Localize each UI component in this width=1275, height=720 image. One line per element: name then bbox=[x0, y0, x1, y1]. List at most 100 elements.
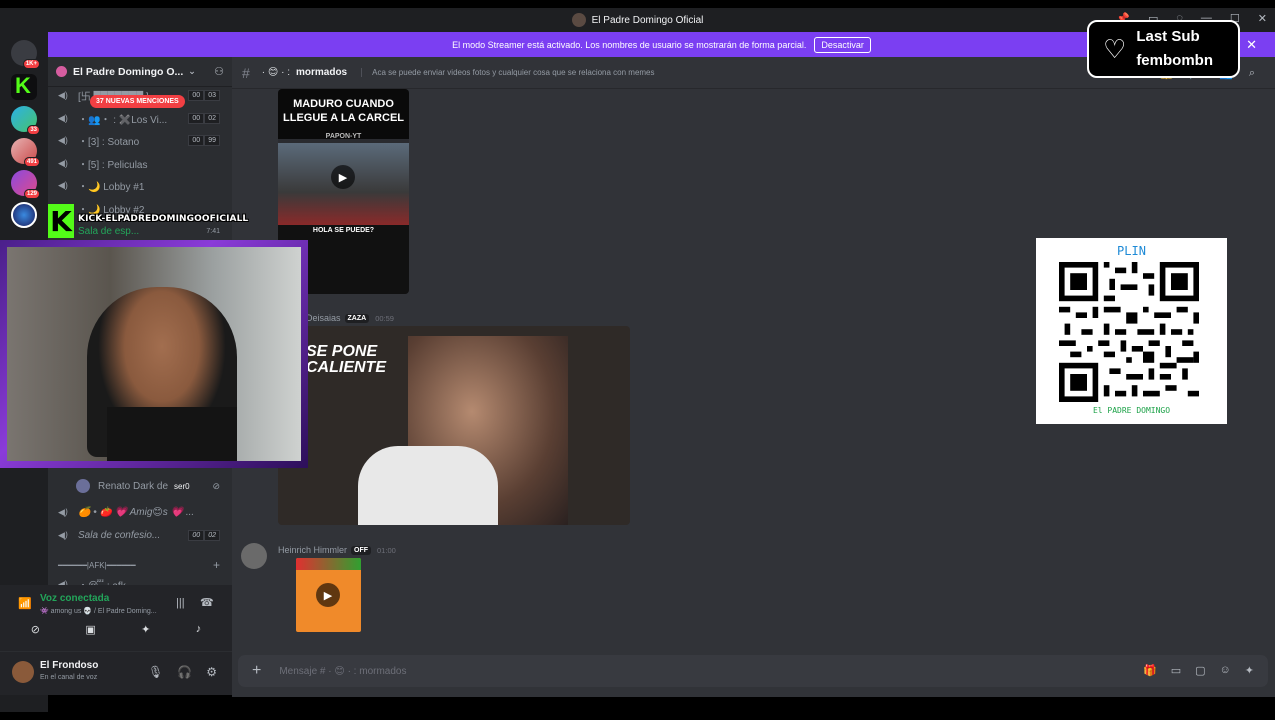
speaker-icon: ◀) bbox=[58, 530, 68, 540]
last-sub-name: fembombn bbox=[1136, 52, 1213, 69]
video-credit: PAPON-YT bbox=[325, 133, 362, 140]
window-title: El Padre Domingo Oficial bbox=[591, 14, 704, 26]
activities-icon[interactable]: ✦ bbox=[141, 623, 150, 636]
gift-icon[interactable]: 🎁 bbox=[1143, 664, 1157, 677]
guild-badge: 129 bbox=[23, 189, 40, 199]
channel-name: ・😴 : afk bbox=[78, 577, 126, 586]
headphones-icon[interactable]: 🎧 bbox=[177, 665, 192, 679]
kick-server-icon[interactable]: K bbox=[11, 73, 37, 100]
voice-channel-2[interactable]: ◀) ・👥・ : ✖️Los Vi... 00 02 bbox=[48, 107, 232, 129]
username: El Frondoso bbox=[40, 660, 99, 671]
voice-member[interactable]: Renato Dark de ser0 ⊘ bbox=[48, 475, 232, 497]
server-name: El Padre Domingo O... bbox=[73, 65, 184, 78]
kick-handle: KICK-ELPADREDOMINGOOFICIALL bbox=[78, 214, 249, 224]
server-avatar-icon bbox=[571, 13, 586, 27]
camera-off-icon[interactable]: ⊘ bbox=[31, 623, 40, 636]
title-bar: El Padre Domingo Oficial 📌 ▭ ◌ — ☐ ✕ bbox=[0, 8, 1275, 32]
add-member-icon[interactable]: ⚇ bbox=[214, 65, 224, 78]
play-icon[interactable]: ▶ bbox=[316, 583, 340, 607]
heart-icon: ♡ bbox=[1103, 33, 1127, 64]
channel-name: mormados bbox=[296, 67, 348, 78]
voice-location[interactable]: 👾 among us 💀 / El Padre Doming... bbox=[40, 607, 157, 615]
channel-name: Sala de confesio... bbox=[78, 529, 161, 541]
timestamp: 00:59 bbox=[375, 313, 394, 323]
category-name: ━━━━━━|AFK|━━━━━━ bbox=[58, 560, 136, 570]
muted-icon: ⊘ bbox=[212, 480, 220, 491]
user-panel: El Frondoso En el canal de voz 🎙 🎧 ⚙ bbox=[0, 651, 232, 695]
message-author[interactable]: Heinrich Himmler bbox=[278, 545, 347, 555]
channel-name: 🍊 • 🍅 💗 Amig😊s 💗 ... bbox=[78, 506, 195, 518]
avatar[interactable] bbox=[12, 661, 34, 683]
user-status: En el canal de voz bbox=[40, 674, 98, 681]
server-icon[interactable]: 129 bbox=[11, 170, 40, 199]
server-icon[interactable]: 33 bbox=[11, 106, 40, 135]
banner-text: El modo Streamer está activado. Los nomb… bbox=[452, 39, 807, 50]
video-overlay-text: SE PONE CALIENTE bbox=[306, 343, 386, 376]
message-author[interactable]: Deisaias bbox=[306, 313, 341, 323]
role-tag: ZAZA bbox=[344, 313, 370, 323]
disconnect-icon[interactable]: ☎ bbox=[200, 596, 214, 609]
role-tag: OFF bbox=[351, 545, 372, 555]
message-header: Deisaias ZAZA 00:59 bbox=[306, 313, 394, 323]
voice-status: Voz conectada bbox=[40, 593, 110, 604]
video-caption: HOLA SE PUEDE? bbox=[312, 227, 375, 234]
voice-channel-5[interactable]: ◀) ・🌙 Lobby #1 bbox=[48, 174, 232, 196]
emoji-icon[interactable]: ☺ bbox=[1220, 664, 1231, 677]
channel-name: ・[3] : Sotano bbox=[78, 136, 140, 148]
active-server-icon[interactable] bbox=[11, 202, 37, 228]
sticker-icon[interactable]: ▢ bbox=[1195, 664, 1205, 677]
close-icon[interactable]: ✕ bbox=[1258, 12, 1267, 25]
message-header: Heinrich Himmler OFF 01:00 bbox=[278, 545, 396, 555]
gear-icon[interactable]: ⚙ bbox=[206, 665, 217, 679]
voice-channel-4[interactable]: ◀) ・[5] : Peliculas bbox=[48, 152, 232, 174]
input-placeholder: Mensaje # · 😊 · : mormados bbox=[279, 665, 407, 677]
new-mentions-badge[interactable]: 37 NUEVAS MENCIONES bbox=[90, 95, 185, 108]
channel-topic[interactable]: Aca se puede enviar videos fotos y cualq… bbox=[361, 68, 655, 77]
voice-channel-afk[interactable]: ◀) ・😴 : afk bbox=[48, 573, 232, 585]
voice-channel-8[interactable]: ◀) Sala de confesio... 00 02 bbox=[48, 524, 232, 546]
noise-suppression-icon[interactable]: ||| bbox=[176, 597, 185, 609]
user-count: 00 03 bbox=[188, 89, 220, 101]
channel-emoji: · 😊 · : bbox=[261, 67, 290, 78]
server-icon[interactable]: 491 bbox=[11, 138, 40, 167]
chevron-down-icon[interactable]: ⌄ bbox=[188, 66, 196, 77]
streamer-webcam bbox=[0, 240, 308, 468]
apps-icon[interactable]: ✦ bbox=[1245, 664, 1254, 677]
attach-plus-icon[interactable]: + bbox=[252, 662, 261, 680]
screen-share-icon[interactable]: ▣ bbox=[85, 623, 95, 636]
avatar[interactable] bbox=[241, 543, 267, 569]
speaker-icon: ◀) bbox=[58, 507, 68, 517]
add-channel-icon[interactable]: + bbox=[213, 558, 220, 572]
qr-footer: El PADRE DOMINGO bbox=[1092, 406, 1171, 415]
channel-timer: 7:41 bbox=[206, 227, 220, 235]
play-icon[interactable]: ▶ bbox=[331, 165, 355, 189]
qr-code-icon bbox=[1059, 262, 1199, 402]
discord-home-icon[interactable]: 1K+ bbox=[11, 40, 40, 69]
server-header[interactable]: El Padre Domingo O... ⌄ ⚇ bbox=[48, 57, 232, 87]
search-icon[interactable]: ⌕ bbox=[1249, 67, 1255, 80]
voice-connected-panel: 📶 Voz conectada 👾 among us 💀 / El Padre … bbox=[0, 585, 232, 651]
microphone-icon[interactable]: 🎙 bbox=[148, 665, 163, 679]
plin-qr-card: PLIN El PADRE DOMINGO bbox=[1036, 238, 1227, 424]
speaker-icon: ◀) bbox=[58, 135, 68, 145]
speaker-icon: ◀) bbox=[58, 158, 68, 168]
gif-icon[interactable]: ▭ bbox=[1171, 664, 1181, 677]
guild-badge: 33 bbox=[27, 125, 40, 135]
banner-close-icon[interactable]: ✕ bbox=[1246, 37, 1257, 53]
video-attachment-2[interactable]: SE PONE CALIENTE bbox=[278, 326, 630, 525]
voice-channel-3[interactable]: ◀) ・[3] : Sotano 00 99 bbox=[48, 129, 232, 151]
voice-channel-7[interactable]: ◀) 🍊 • 🍅 💗 Amig😊s 💗 ... bbox=[48, 501, 232, 523]
message-input[interactable]: + Mensaje # · 😊 · : mormados 🎁 ▭ ▢ ☺ ✦ bbox=[238, 655, 1268, 687]
guild-badge: 1K+ bbox=[22, 59, 40, 69]
channel-name: Sala de esp... bbox=[78, 225, 140, 237]
server-badge-icon bbox=[56, 66, 67, 77]
user-count: 00 02 bbox=[188, 112, 220, 124]
channel-name: ・[5] : Peliculas bbox=[78, 159, 148, 171]
user-count: 00 02 bbox=[188, 529, 220, 541]
channel-name: ・👥・ : ✖️Los Vi... bbox=[78, 114, 168, 126]
video-attachment-3[interactable]: ▶ bbox=[296, 558, 361, 632]
deactivate-button[interactable]: Desactivar bbox=[814, 36, 871, 53]
soundboard-icon[interactable]: ♪ bbox=[196, 623, 202, 636]
webcam-feed bbox=[7, 247, 301, 461]
video-overlay-text: MADURO CUANDO LLEGUE A LA CARCEL bbox=[283, 98, 404, 124]
